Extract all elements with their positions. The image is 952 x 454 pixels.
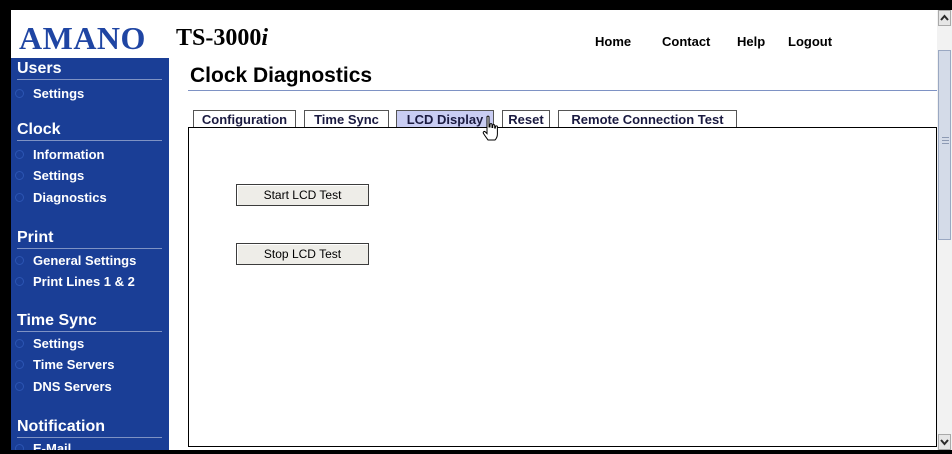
hand-pointer-cursor-icon [482,115,498,141]
tab-time-sync[interactable]: Time Sync [304,110,389,127]
sidebar-divider [17,248,162,249]
sidebar-item-label: Settings [33,168,85,183]
sidebar-item-print-general-settings[interactable]: General Settings [15,253,136,269]
sidebar-item-label: E-Mail [33,441,72,450]
sidebar-section-users: Users [17,60,62,77]
sidebar-item-time-sync-settings[interactable]: Settings [15,336,84,352]
product-name: TS-3000i [176,24,268,52]
tab-configuration[interactable]: Configuration [193,110,296,127]
product-suffix: i [261,25,269,51]
sidebar-item-clock-settings[interactable]: Settings [15,168,84,184]
sidebar-item-label: Print Lines 1 & 2 [33,274,135,289]
tab-content-panel [188,127,937,447]
bullet-icon [15,382,24,392]
bullet-icon [15,171,24,181]
nav-contact-link[interactable]: Contact [662,34,710,49]
sidebar-section-time-sync: Time Sync [17,312,97,329]
sidebar-item-label: Settings [33,86,85,101]
window-frame-left [0,0,11,454]
amano-logo: AMANO [19,20,146,56]
bullet-icon [15,339,24,349]
scroll-up-arrow-icon[interactable] [938,10,951,26]
bullet-icon [15,150,24,160]
nav-logout-link[interactable]: Logout [788,34,832,49]
page-header: AMANO TS-3000i Home Contact Help Logout [11,10,937,58]
bullet-icon [15,360,24,370]
sidebar-item-label: Diagnostics [33,190,107,205]
sidebar-item-label: Information [33,147,105,162]
scrollbar-grip [942,143,949,144]
sidebar-divider [17,140,162,141]
sidebar-section-notification: Notification [17,418,105,435]
sidebar-divider [17,331,162,332]
bullet-icon [15,256,24,266]
nav-help-link[interactable]: Help [737,34,765,49]
page-title: Clock Diagnostics [190,64,373,87]
sidebar-item-email[interactable]: E-Mail [15,441,71,450]
sidebar-item-dns-servers[interactable]: DNS Servers [15,379,112,395]
scrollbar-grip [942,140,949,141]
scroll-down-arrow-icon[interactable] [938,434,951,450]
sidebar-item-label: Settings [33,336,85,351]
window-frame-bottom [0,450,952,454]
sidebar: Users Settings Clock Information Setting… [11,58,169,450]
nav-home-link[interactable]: Home [595,34,631,49]
sidebar-divider [17,79,162,80]
bullet-icon [15,277,24,287]
sidebar-section-clock: Clock [17,121,61,138]
start-lcd-test-button[interactable]: Start LCD Test [236,184,369,206]
sidebar-item-label: Time Servers [33,357,115,372]
bullet-icon [15,89,24,99]
window-frame-top [0,0,952,10]
tab-reset[interactable]: Reset [502,110,550,127]
sidebar-section-print: Print [17,229,54,246]
stop-lcd-test-button[interactable]: Stop LCD Test [236,243,369,265]
tab-remote-connection-test[interactable]: Remote Connection Test [558,110,737,127]
sidebar-item-label: DNS Servers [33,379,112,394]
sidebar-item-clock-information[interactable]: Information [15,147,105,163]
scrollbar-grip [942,137,949,138]
sidebar-item-time-servers[interactable]: Time Servers [15,357,114,373]
vertical-scrollbar[interactable] [937,10,952,450]
sidebar-item-print-lines[interactable]: Print Lines 1 & 2 [15,274,135,290]
bullet-icon [15,193,24,203]
title-divider [188,90,937,91]
sidebar-divider [17,437,162,438]
scrollbar-thumb[interactable] [938,50,951,240]
sidebar-item-label: General Settings [33,253,137,268]
sidebar-item-users-settings[interactable]: Settings [15,86,84,102]
product-model: TS-3000 [176,25,262,51]
sidebar-item-clock-diagnostics[interactable]: Diagnostics [15,190,107,206]
